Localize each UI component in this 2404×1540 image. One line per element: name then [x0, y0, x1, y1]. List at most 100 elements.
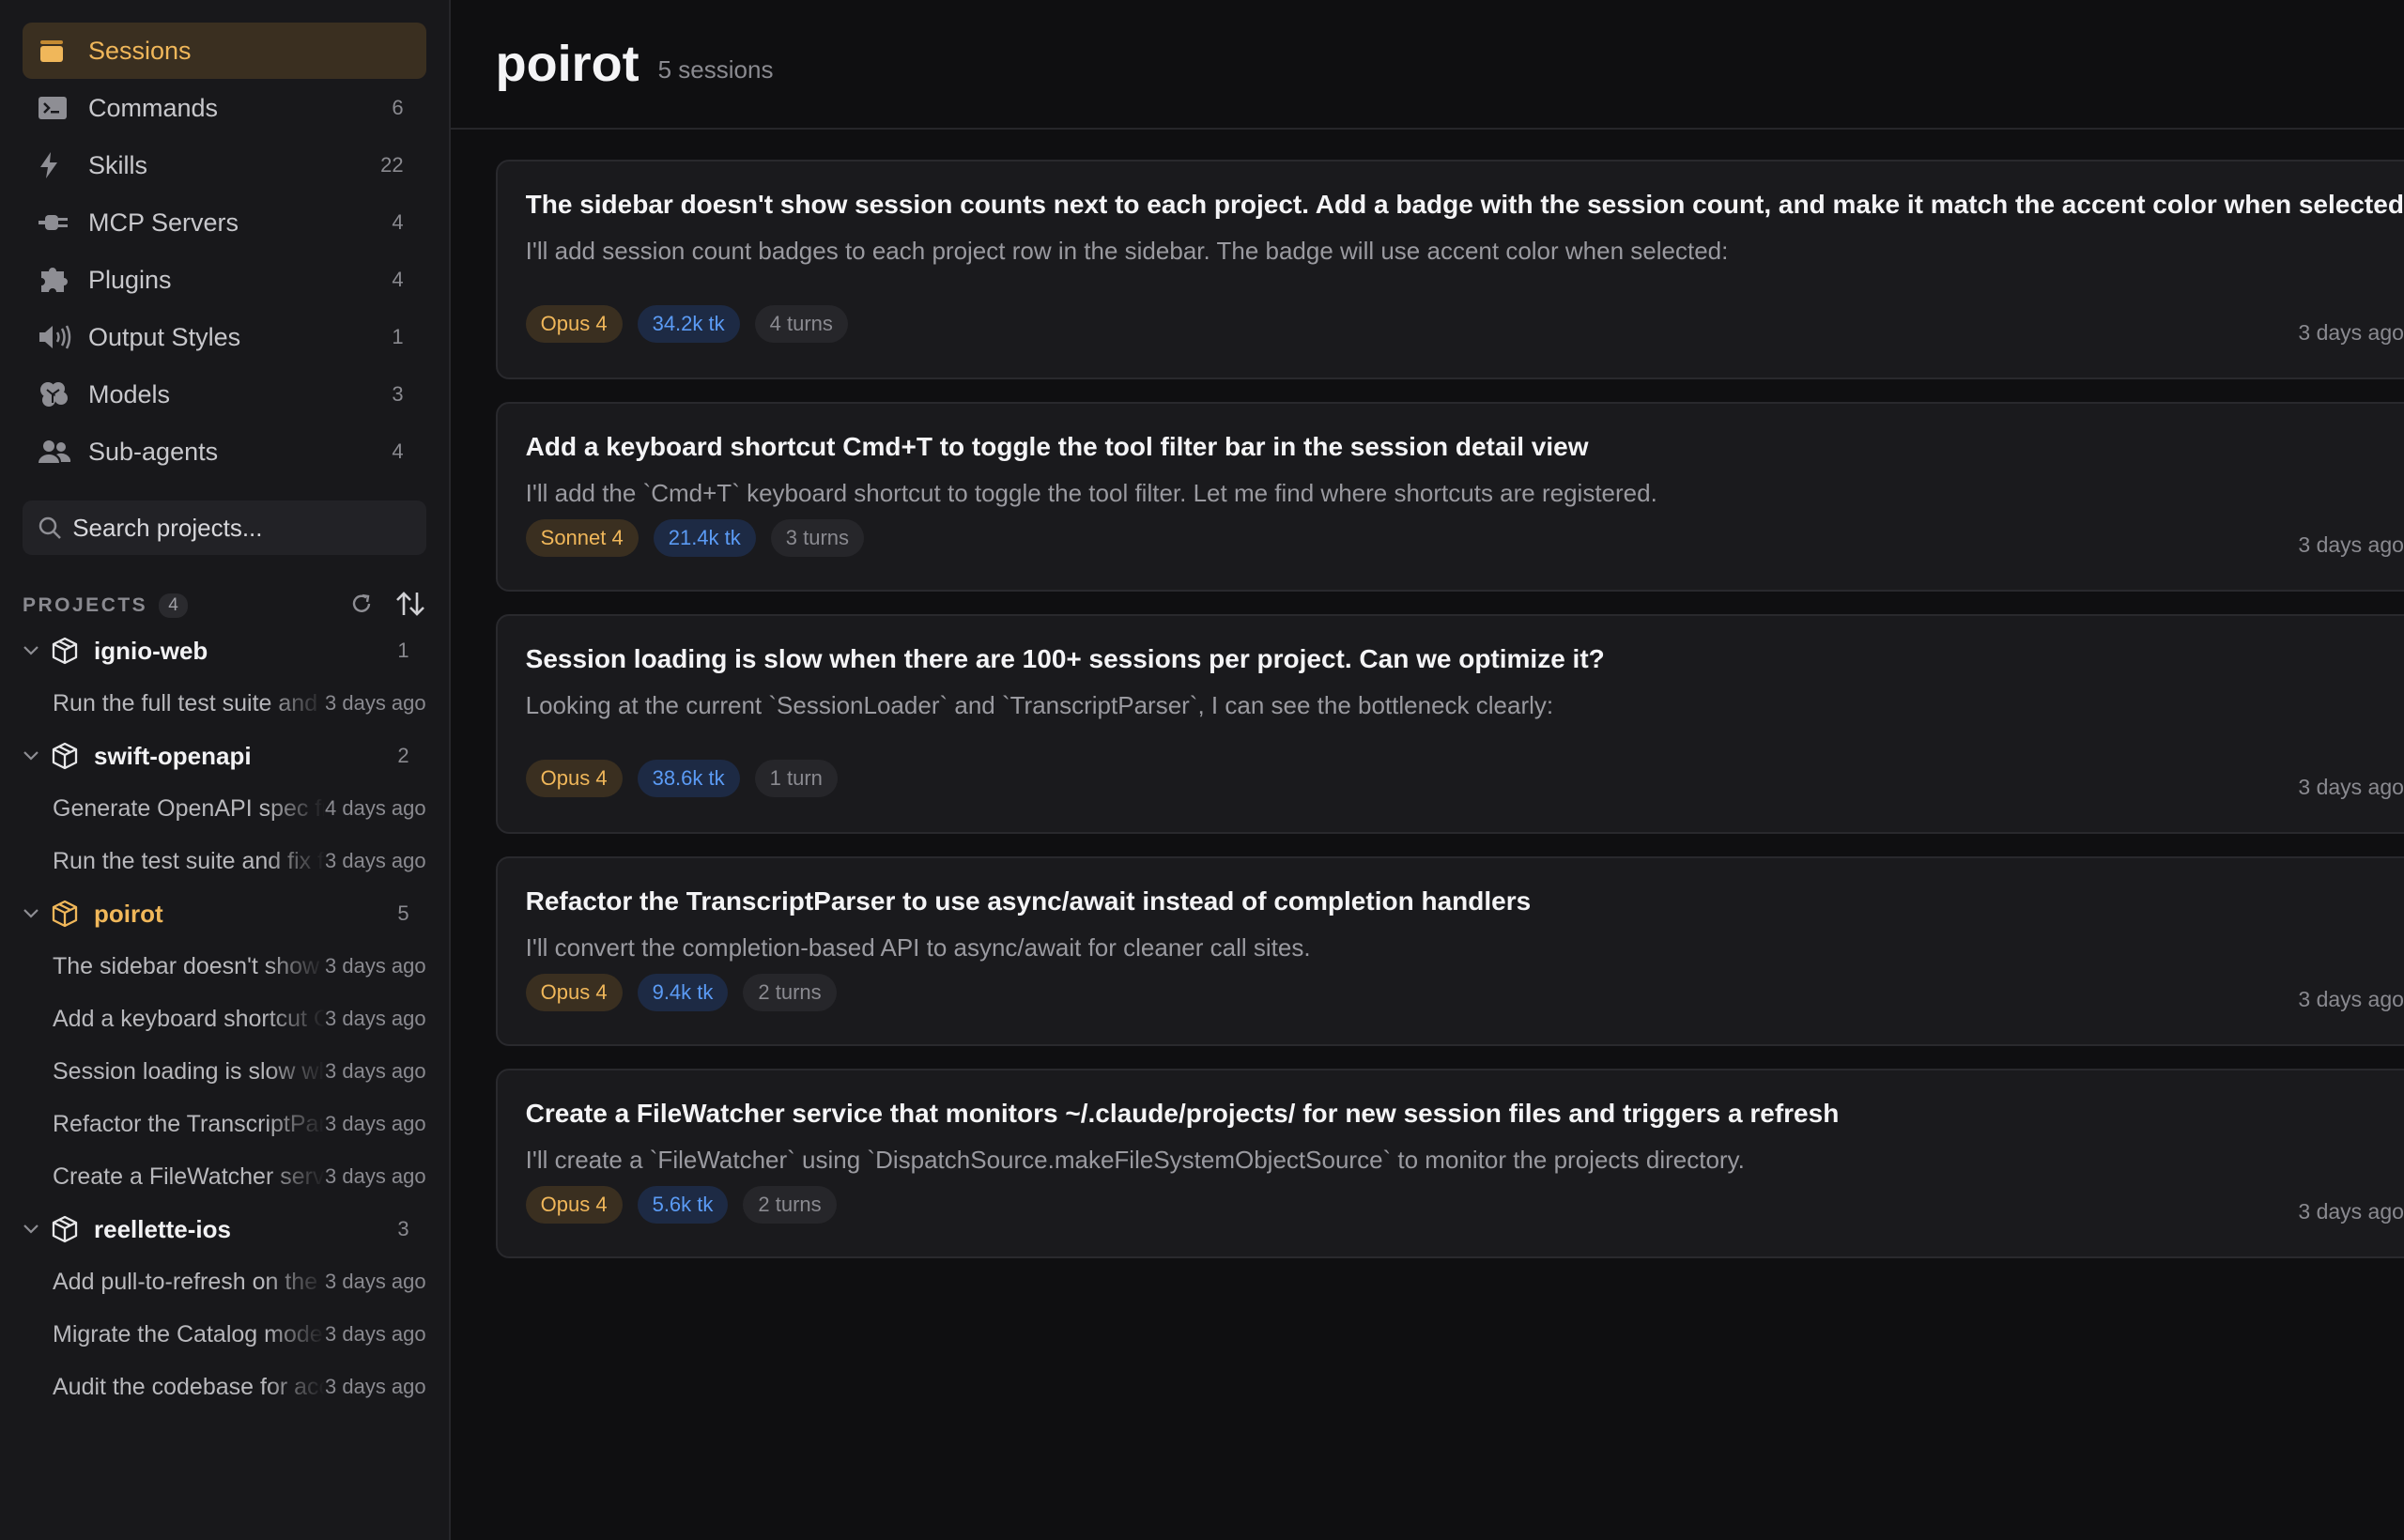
speaker-icon: [38, 322, 79, 352]
sidebar-session-item[interactable]: Session loading is slow when there are 3…: [23, 1045, 426, 1098]
session-card[interactable]: The sidebar doesn't show session counts …: [495, 160, 2404, 379]
session-card-title: Add a keyboard shortcut Cmd+T to toggle …: [525, 432, 1589, 461]
nav-item-output-styles[interactable]: Output Styles 1: [23, 309, 426, 365]
sidebar-nav: Sessions Commands 6 Skills 22 MCP Server…: [23, 23, 426, 480]
grid-view-icon[interactable]: [2400, 47, 2404, 81]
session-card-meta: Opus 4 5.6k tk 2 turns: [525, 1186, 2404, 1224]
model-badge: Opus 4: [525, 974, 623, 1011]
session-title: Refactor the TranscriptParser to use: [53, 1110, 325, 1137]
sidebar-session-item[interactable]: Migrate the Catalog model 3 days ago: [23, 1308, 426, 1361]
session-card[interactable]: Create a FileWatcher service that monito…: [495, 1069, 2404, 1258]
nav-count: 6: [392, 96, 404, 119]
refresh-icon[interactable]: [349, 592, 374, 621]
nav-item-models[interactable]: Models 3: [23, 366, 426, 423]
session-title: Run the full test suite and fix any fail…: [53, 689, 325, 716]
sidebar-session-item[interactable]: Add a keyboard shortcut Cmd+T 3 days ago: [23, 993, 426, 1045]
project-row-ignio-web[interactable]: ignio-web 1: [23, 624, 426, 677]
project-tree: ignio-web 1 Run the full test suite and …: [23, 624, 426, 1413]
session-count-subtitle: 5 sessions: [657, 54, 774, 84]
package-icon: [51, 1215, 94, 1243]
sidebar-session-item[interactable]: Add pull-to-refresh on the feed 3 days a…: [23, 1255, 426, 1308]
projects-actions: [349, 590, 426, 623]
nav-label: Sessions: [88, 36, 192, 65]
chevron-down-icon[interactable]: [23, 645, 51, 656]
users-icon: [38, 437, 79, 467]
session-card-preview: I'll create a `FileWatcher` using `Dispa…: [525, 1146, 1745, 1174]
session-time: 3 days ago: [325, 1164, 426, 1188]
session-title: Migrate the Catalog model: [53, 1320, 325, 1348]
main-content: poirot 5 sessions The sidebar doesn't sh…: [450, 0, 2404, 1540]
main-header: poirot 5 sessions: [450, 0, 2404, 130]
sidebar: Sessions Commands 6 Skills 22 MCP Server…: [0, 0, 451, 1540]
session-time: 3 days ago: [325, 954, 426, 978]
session-card-title: Session loading is slow when there are 1…: [525, 644, 1605, 673]
nav-label: Commands: [88, 93, 219, 122]
page-title: poirot: [495, 36, 640, 92]
session-card-time: 3 days ago: [2298, 320, 2404, 345]
session-title: Add pull-to-refresh on the feed: [53, 1268, 325, 1295]
session-card-list: The sidebar doesn't show session counts …: [451, 130, 2404, 1258]
nav-item-skills[interactable]: Skills 22: [23, 137, 426, 193]
project-search[interactable]: [23, 500, 426, 555]
session-card-preview: Looking at the current `SessionLoader` a…: [525, 691, 1554, 719]
nav-item-sessions[interactable]: Sessions: [23, 23, 426, 79]
nav-count: 4: [392, 268, 404, 291]
session-card-meta: Sonnet 4 21.4k tk 3 turns: [525, 519, 2404, 557]
project-session-count: 5: [397, 901, 409, 925]
nav-count: 4: [392, 439, 404, 463]
session-card-meta: Opus 4 38.6k tk 1 turn: [525, 760, 2404, 797]
sidebar-session-item[interactable]: Create a FileWatcher service that 3 days…: [23, 1150, 426, 1203]
project-row-poirot[interactable]: poirot 5: [23, 887, 426, 940]
sidebar-session-item[interactable]: Audit the codebase for accessibility 3 d…: [23, 1361, 426, 1413]
session-title: Generate OpenAPI spec from the routes: [53, 794, 325, 822]
sidebar-session-item[interactable]: Generate OpenAPI spec from the routes 4 …: [23, 782, 426, 835]
search-icon: [38, 514, 63, 542]
session-time: 4 days ago: [325, 796, 426, 820]
projects-count-badge: 4: [159, 593, 188, 618]
package-icon: [51, 637, 94, 665]
project-row-reellette-ios[interactable]: reellette-ios 3: [23, 1203, 426, 1255]
sidebar-session-item[interactable]: Run the test suite and fix failures 3 da…: [23, 835, 426, 887]
session-card-title: Create a FileWatcher service that monito…: [525, 1099, 1840, 1128]
search-input[interactable]: [72, 513, 411, 543]
project-name: poirot: [94, 899, 163, 928]
token-badge: 34.2k tk: [637, 305, 740, 343]
project-row-swift-openapi[interactable]: swift-openapi 2: [23, 730, 426, 782]
nav-label: MCP Servers: [88, 208, 239, 237]
model-badge: Sonnet 4: [525, 519, 639, 557]
package-icon: [51, 742, 94, 770]
session-time: 3 days ago: [325, 1059, 426, 1083]
plug-icon: [38, 208, 79, 238]
nav-item-plugins[interactable]: Plugins 4: [23, 252, 426, 308]
session-card-time: 3 days ago: [2298, 987, 2404, 1011]
model-badge: Opus 4: [525, 305, 623, 343]
chevron-down-icon[interactable]: [23, 908, 51, 919]
nav-item-mcp-servers[interactable]: MCP Servers 4: [23, 194, 426, 251]
chevron-down-icon[interactable]: [23, 750, 51, 762]
nav-item-sub-agents[interactable]: Sub-agents 4: [23, 424, 426, 480]
package-icon: [51, 900, 94, 928]
nav-item-commands[interactable]: Commands 6: [23, 80, 426, 136]
turns-badge: 2 turns: [743, 974, 837, 1011]
chevron-down-icon[interactable]: [23, 1224, 51, 1235]
session-time: 3 days ago: [325, 691, 426, 715]
sidebar-session-item[interactable]: Run the full test suite and fix any fail…: [23, 677, 426, 730]
project-session-count: 3: [397, 1217, 409, 1240]
session-time: 3 days ago: [325, 1007, 426, 1030]
project-session-count: 2: [397, 744, 409, 767]
nav-label: Plugins: [88, 265, 172, 294]
sidebar-session-item[interactable]: Refactor the TranscriptParser to use 3 d…: [23, 1098, 426, 1150]
projects-header: PROJECTS 4: [23, 587, 426, 624]
project-name: ignio-web: [94, 636, 208, 665]
session-time: 3 days ago: [325, 1322, 426, 1346]
session-card[interactable]: Add a keyboard shortcut Cmd+T to toggle …: [495, 402, 2404, 592]
sessions-icon: [38, 36, 79, 66]
sidebar-session-item[interactable]: The sidebar doesn't show session counts …: [23, 940, 426, 993]
token-badge: 38.6k tk: [637, 760, 740, 797]
terminal-icon: [38, 93, 79, 123]
model-badge: Opus 4: [525, 760, 623, 797]
session-card[interactable]: Refactor the TranscriptParser to use asy…: [495, 856, 2404, 1046]
session-card-title: The sidebar doesn't show session counts …: [525, 190, 2404, 219]
session-card[interactable]: Session loading is slow when there are 1…: [495, 614, 2404, 834]
sort-icon[interactable]: [394, 590, 426, 623]
